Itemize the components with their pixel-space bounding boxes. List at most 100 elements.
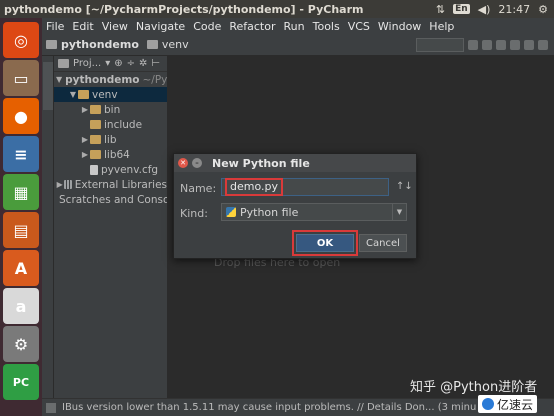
- hide-icon[interactable]: ⊢: [151, 58, 160, 69]
- sort-icon[interactable]: ↑↓: [396, 181, 413, 192]
- close-icon[interactable]: ✕: [178, 158, 188, 168]
- collapsed-arrow-icon[interactable]: ▶: [80, 135, 90, 144]
- libreoffice-writer-icon[interactable]: ≡: [3, 136, 39, 172]
- project-tree: ▼pythondemo~/Pych▼venv▶bininclude▶lib▶li…: [54, 72, 167, 207]
- coverage-icon[interactable]: [496, 39, 506, 50]
- project-panel: Proj... ▾ ⊕ ÷ ✲ ⊢ ▼pythondemo~/Pych▼venv…: [54, 56, 167, 398]
- tree-item[interactable]: include: [54, 117, 167, 132]
- project-view-selector[interactable]: Proj...: [73, 58, 101, 69]
- menu-refactor[interactable]: Refactor: [229, 20, 275, 33]
- folder-icon: [78, 90, 89, 99]
- menu-window[interactable]: Window: [378, 20, 421, 33]
- launcher: ◎ ▭ ● ≡ ▦ ▤ Aa ⚙ PC: [0, 18, 42, 416]
- name-label: Name:: [180, 182, 217, 195]
- tool-windows-icon[interactable]: [46, 402, 56, 413]
- watermark-text: 知乎 @Python进阶者: [410, 380, 538, 395]
- menu-file[interactable]: File: [46, 20, 64, 33]
- status-message[interactable]: IBus version lower than 1.5.11 may cause…: [62, 402, 476, 413]
- tree-item[interactable]: ▶ External Libraries: [54, 177, 167, 192]
- network-icon[interactable]: ⇅: [436, 3, 445, 16]
- menu-run[interactable]: Run: [284, 20, 305, 33]
- tool-window-strip: [42, 56, 54, 398]
- dialog-title: New Python file: [212, 156, 310, 170]
- menu-view[interactable]: View: [102, 20, 128, 33]
- menu-edit[interactable]: Edit: [72, 20, 93, 33]
- dropdown-icon[interactable]: ▾: [105, 58, 110, 69]
- ubuntu-dash-icon[interactable]: ◎: [3, 22, 39, 58]
- library-icon: [63, 180, 72, 189]
- collapsed-arrow-icon[interactable]: ▶: [80, 150, 90, 159]
- firefox-icon[interactable]: ●: [3, 98, 39, 134]
- system-settings-icon[interactable]: ⚙: [3, 326, 39, 362]
- breadcrumb-project[interactable]: pythondemo: [46, 38, 139, 51]
- tree-item[interactable]: ▼pythondemo~/Pych: [54, 72, 167, 87]
- tree-item-label: Scratches and Consol: [59, 193, 167, 206]
- project-tool-tab[interactable]: [43, 62, 53, 110]
- amazon-icon[interactable]: a: [3, 288, 39, 324]
- stop-icon[interactable]: [510, 39, 520, 50]
- tree-item[interactable]: pyvenv.cfg: [54, 162, 167, 177]
- tree-item-label: include: [104, 118, 143, 131]
- tree-item-path: ~/Pych: [142, 73, 168, 86]
- power-icon[interactable]: ⚙: [538, 3, 548, 16]
- name-input[interactable]: demo.py: [221, 178, 389, 196]
- navigation-bar: pythondemo venv: [42, 34, 554, 56]
- system-tray: ⇅ En ◀) 21:47 ⚙: [436, 3, 554, 16]
- folder-icon: [46, 40, 57, 49]
- file-manager-icon[interactable]: ▭: [3, 60, 39, 96]
- settings-icon[interactable]: [524, 39, 534, 50]
- name-input-value: demo.py: [225, 178, 283, 196]
- run-icon[interactable]: [468, 39, 478, 50]
- volume-icon[interactable]: ◀): [478, 3, 491, 16]
- minimize-icon[interactable]: –: [192, 158, 202, 168]
- folder-icon: [146, 40, 158, 49]
- breadcrumb-project-label: pythondemo: [61, 38, 139, 51]
- debug-icon[interactable]: [482, 39, 492, 50]
- menu-tools[interactable]: Tools: [313, 20, 340, 33]
- tree-item-label: lib: [104, 133, 117, 146]
- libreoffice-calc-icon[interactable]: ▦: [3, 174, 39, 210]
- search-icon[interactable]: [538, 39, 548, 50]
- folder-icon: [90, 135, 101, 144]
- pycharm-icon[interactable]: PC: [3, 364, 39, 400]
- menu-code[interactable]: Code: [193, 20, 221, 33]
- gear-icon[interactable]: ✲: [139, 58, 147, 69]
- tree-item[interactable]: ▶ lib64: [54, 147, 167, 162]
- tree-item-label: venv: [92, 88, 118, 101]
- software-center-icon[interactable]: A: [3, 250, 39, 286]
- tree-item[interactable]: ▼ venv: [54, 87, 167, 102]
- collapse-all-icon[interactable]: ÷: [127, 58, 135, 69]
- expanded-arrow-icon[interactable]: ▼: [68, 90, 78, 99]
- folder-icon: [90, 105, 101, 114]
- tree-item-label: External Libraries: [74, 178, 167, 191]
- menu-navigate[interactable]: Navigate: [136, 20, 185, 33]
- keyboard-layout-indicator[interactable]: En: [453, 4, 470, 14]
- menu-vcs[interactable]: VCS: [348, 20, 370, 33]
- project-panel-toolbar: Proj... ▾ ⊕ ÷ ✲ ⊢: [54, 56, 167, 72]
- menu-help[interactable]: Help: [429, 20, 454, 33]
- ok-button[interactable]: OK: [296, 234, 354, 252]
- tree-item[interactable]: ▶ bin: [54, 102, 167, 117]
- tree-item[interactable]: ▶ lib: [54, 132, 167, 147]
- run-configuration-select[interactable]: [416, 37, 464, 52]
- kind-row: Kind:: [180, 207, 208, 220]
- ok-button-highlight: OK: [292, 230, 358, 256]
- kind-select-value: Python file: [240, 205, 299, 219]
- kind-select[interactable]: Python file ▼: [221, 203, 407, 221]
- watermark-badge: 亿速云: [478, 395, 538, 413]
- folder-icon: [90, 120, 101, 129]
- breadcrumb-venv[interactable]: venv: [146, 38, 189, 51]
- expanded-arrow-icon[interactable]: ▼: [56, 75, 62, 84]
- clock[interactable]: 21:47: [498, 3, 530, 16]
- libreoffice-impress-icon[interactable]: ▤: [3, 212, 39, 248]
- collapsed-arrow-icon[interactable]: ▶: [56, 180, 64, 189]
- chevron-down-icon[interactable]: ▼: [392, 204, 406, 220]
- cancel-button[interactable]: Cancel: [359, 234, 407, 252]
- tree-item[interactable]: Scratches and Consol: [54, 192, 167, 207]
- folder-icon: [90, 150, 101, 159]
- collapsed-arrow-icon[interactable]: ▶: [80, 105, 90, 114]
- window-titlebar: pythondemo [~/PycharmProjects/pythondemo…: [0, 0, 554, 18]
- breadcrumb-venv-label: venv: [161, 38, 189, 51]
- scroll-from-source-icon[interactable]: ⊕: [114, 58, 122, 69]
- file-icon: [90, 164, 98, 175]
